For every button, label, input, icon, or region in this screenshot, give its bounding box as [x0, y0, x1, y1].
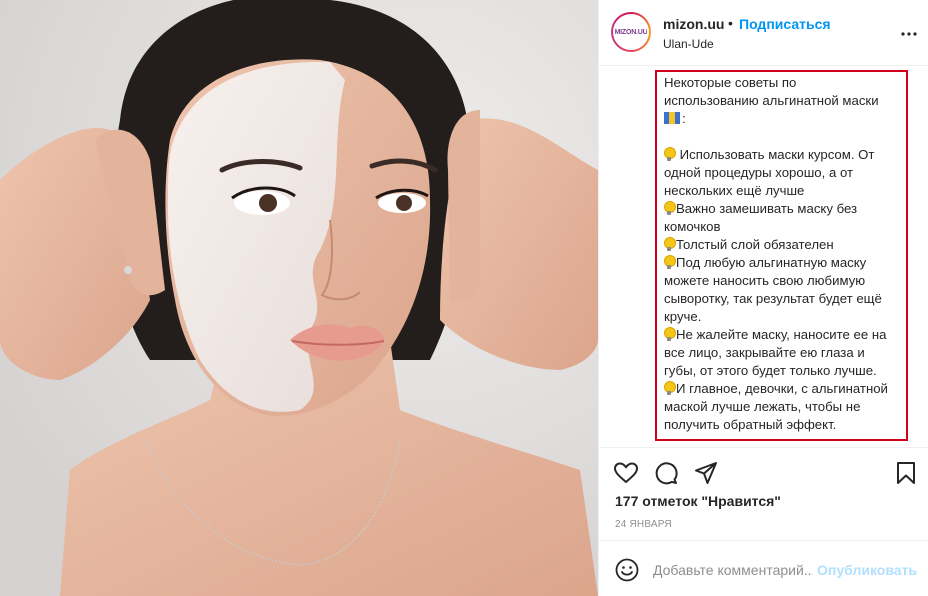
caption-tip-text: И главное, девочки, с альгинатной маской… — [664, 381, 888, 432]
post-side-panel: MIZON.UU mizon.uu • Подписаться Ulan-Ude… — [598, 0, 928, 596]
caption-intro-line-3: : — [664, 110, 899, 128]
caption-tip-text: Толстый слой обязателен — [676, 237, 834, 252]
comment-input[interactable] — [653, 560, 813, 580]
lightbulb-icon — [664, 147, 676, 161]
separator-dot: • — [728, 15, 733, 31]
location-link[interactable]: Ulan-Ude — [663, 37, 714, 51]
publish-button[interactable]: Опубликовать — [817, 562, 917, 578]
follow-button[interactable]: Подписаться — [739, 16, 831, 32]
smiley-icon[interactable] — [615, 558, 639, 582]
caption-tip: Толстый слой обязателен — [664, 236, 899, 254]
caption-tip-text: Под любую альгинатную маску можете нанос… — [664, 255, 882, 324]
face-mask-photo — [0, 0, 598, 596]
username-link[interactable]: mizon.uu — [663, 16, 724, 32]
caption-tip: Важно замешивать маску без комочков — [664, 200, 899, 236]
caption-intro-line-1: Некоторые советы по — [664, 75, 797, 90]
caption-tip: Использовать маски курсом. От одной проц… — [664, 146, 899, 200]
post-header: MIZON.UU mizon.uu • Подписаться Ulan-Ude — [599, 0, 928, 66]
post-actions — [599, 447, 928, 497]
caption-tip: Под любую альгинатную маску можете нанос… — [664, 254, 899, 326]
post-date[interactable]: 24 ЯНВАРЯ — [615, 519, 672, 530]
more-horizontal-icon[interactable] — [901, 26, 917, 42]
bookmark-icon[interactable] — [893, 460, 919, 486]
lightbulb-icon — [664, 327, 676, 341]
flag-emoji-icon — [664, 112, 680, 124]
caption-tip-text: Важно замешивать маску без комочков — [664, 201, 858, 234]
heart-icon[interactable] — [613, 460, 639, 486]
caption-tip-text: Не жалейте маску, наносите ее на все лиц… — [664, 327, 887, 378]
caption-highlighted: Некоторые советы по использованию альгин… — [655, 70, 908, 441]
caption-tip-text: Использовать маски курсом. От одной проц… — [664, 147, 875, 198]
caption-tip: И главное, девочки, с альгинатной маской… — [664, 380, 899, 434]
caption-gap — [664, 128, 899, 146]
lightbulb-icon — [664, 237, 676, 251]
caption-colon: : — [682, 111, 686, 126]
comment-bar: Опубликовать — [599, 540, 928, 596]
avatar-image: MIZON.UU — [613, 14, 649, 50]
avatar-logo-text: MIZON.UU — [614, 28, 648, 36]
lightbulb-icon — [664, 255, 676, 269]
caption-tip: Не жалейте маску, наносите ее на все лиц… — [664, 326, 899, 380]
post-photo[interactable] — [0, 0, 598, 596]
comment-icon[interactable] — [653, 460, 679, 486]
avatar[interactable]: MIZON.UU — [611, 12, 651, 52]
likes-count[interactable]: 177 отметок "Нравится" — [615, 493, 781, 509]
lightbulb-icon — [664, 201, 676, 215]
caption-intro-line-2: использованию альгинатной маски — [664, 93, 879, 108]
share-icon[interactable] — [693, 460, 719, 486]
lightbulb-icon — [664, 381, 676, 395]
